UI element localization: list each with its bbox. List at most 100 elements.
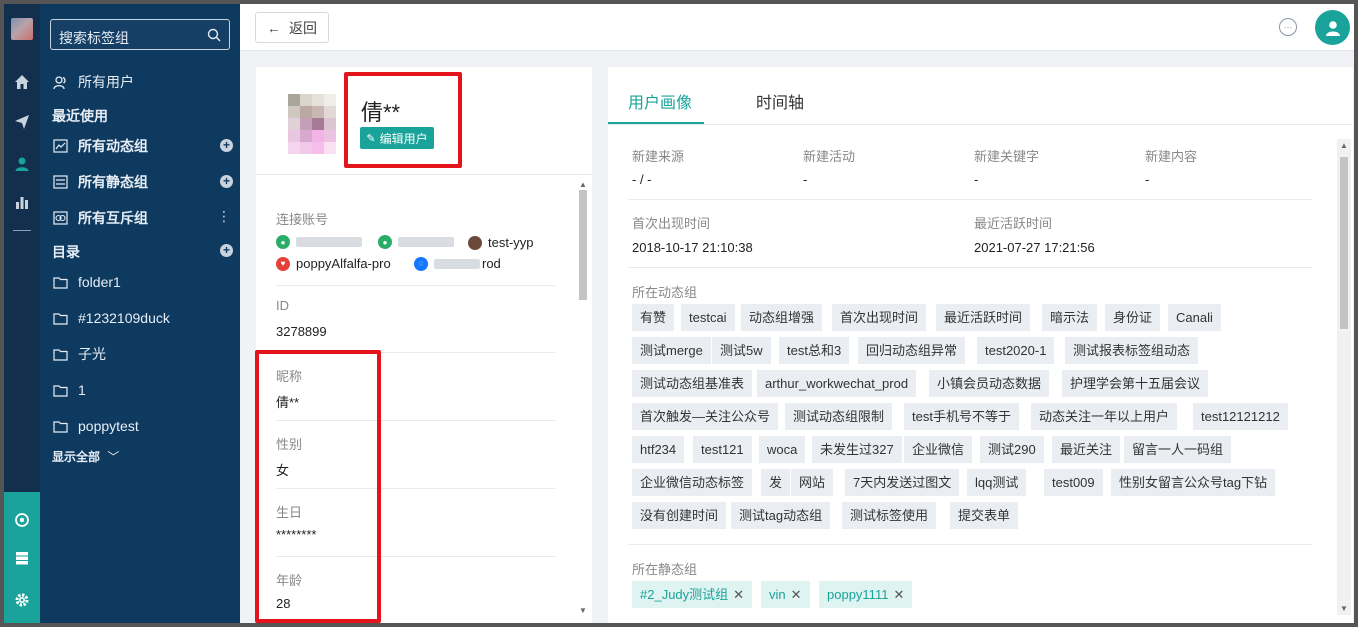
sidebar-item-folder[interactable]: folder1: [40, 269, 240, 295]
add-icon[interactable]: +: [220, 175, 233, 188]
dynamic-group-tag[interactable]: 测试290: [980, 436, 1044, 463]
hub-icon[interactable]: [12, 510, 32, 530]
top-bar: ← 返回 ···: [240, 4, 1354, 51]
dynamic-group-tag[interactable]: 性别女留言公众号tag下钻: [1111, 469, 1276, 496]
scrollbar[interactable]: ▲ ▼: [577, 180, 589, 615]
dynamic-group-tag[interactable]: test121: [693, 436, 752, 463]
sidebar-item-folder[interactable]: 1: [40, 377, 240, 403]
show-all-link[interactable]: 显示全部 ﹀: [52, 448, 119, 465]
static-group-tag[interactable]: vin ✕: [761, 581, 810, 608]
dynamic-group-tag[interactable]: 最近关注: [1052, 436, 1121, 463]
search-input[interactable]: 搜索标签组: [50, 19, 230, 50]
dynamic-group-tag[interactable]: 测试tag动态组: [731, 502, 831, 529]
dynamic-group-tag[interactable]: test总和3: [779, 337, 850, 364]
recent-heading: 最近使用: [52, 108, 108, 124]
scroll-up-icon[interactable]: ▲: [1340, 141, 1348, 150]
sidebar-item-exclusive-groups[interactable]: 所有互斥组 ⋮: [40, 205, 240, 231]
dynamic-group-tag[interactable]: 测试标签使用: [842, 502, 937, 529]
dynamic-group-tag[interactable]: 企业微信: [904, 436, 973, 463]
stat-value: -: [974, 172, 979, 187]
dynamic-group-tag[interactable]: arthur_workwechat_prod: [757, 370, 917, 397]
chart-icon[interactable]: [12, 192, 32, 212]
add-icon[interactable]: +: [220, 139, 233, 152]
sidebar-item-folder[interactable]: poppytest: [40, 413, 240, 439]
dynamic-group-tag[interactable]: test009: [1044, 469, 1103, 496]
dynamic-group-tag[interactable]: 最近活跃时间: [936, 304, 1031, 331]
sidebar-item-label: folder1: [78, 274, 121, 290]
close-icon[interactable]: ✕: [893, 587, 904, 602]
dynamic-group-tag[interactable]: test手机号不等于: [904, 403, 1019, 430]
dynamic-group-tag[interactable]: 暗示法: [1042, 304, 1098, 331]
static-group-tag[interactable]: poppy1111 ✕: [819, 581, 913, 608]
dynamic-group-tag[interactable]: 企业微信动态标签: [632, 469, 753, 496]
dynamic-group-tag[interactable]: 身份证: [1105, 304, 1161, 331]
sidebar-item-static-groups[interactable]: 所有静态组 +: [40, 169, 240, 195]
close-icon[interactable]: ✕: [791, 587, 802, 602]
scroll-down-icon[interactable]: ▼: [579, 606, 587, 615]
account-user: test-yyp: [468, 235, 534, 250]
settings-icon[interactable]: [12, 590, 32, 610]
sidebar-item-label: 所有动态组: [78, 138, 148, 154]
scroll-up-icon[interactable]: ▲: [579, 180, 587, 189]
dynamic-group-tag[interactable]: htf234: [632, 436, 685, 463]
account-text: poppyAlfalfa-pro: [296, 256, 391, 271]
search-icon[interactable]: [207, 28, 221, 42]
home-icon[interactable]: [12, 72, 32, 92]
send-icon[interactable]: [12, 112, 32, 132]
dynamic-group-tag[interactable]: 测试报表标签组动态: [1065, 337, 1199, 364]
dynamic-group-tag[interactable]: lqq测试: [967, 469, 1027, 496]
dynamic-group-tag[interactable]: 测试merge: [632, 337, 711, 364]
dynamic-group-tag[interactable]: 测试动态组基准表: [632, 370, 753, 397]
dynamic-group-tag[interactable]: woca: [759, 436, 806, 463]
user-icon[interactable]: [12, 154, 32, 174]
dynamic-group-tag[interactable]: 网站: [791, 469, 834, 496]
sidebar-item-all-users[interactable]: 所有用户: [40, 69, 240, 95]
dynamic-group-tag[interactable]: 测试5w: [712, 337, 771, 364]
field-value: 3278899: [276, 324, 327, 339]
sidebar-item-dynamic-groups[interactable]: 所有动态组 +: [40, 133, 240, 159]
dynamic-group-tag[interactable]: 护理学会第十五届会议: [1062, 370, 1209, 397]
time-value: 2018-10-17 21:10:38: [632, 240, 753, 255]
dynamic-group-tag[interactable]: 没有创建时间: [632, 502, 727, 529]
static-group-tag[interactable]: #2_Judy测试组 ✕: [632, 581, 753, 608]
dynamic-group-tag[interactable]: test2020-1: [977, 337, 1055, 364]
tab-timeline[interactable]: 时间轴: [756, 89, 804, 113]
folder-icon: [52, 274, 68, 290]
dynamic-group-tag[interactable]: 有赞: [632, 304, 675, 331]
chevron-down-icon: ﹀: [107, 450, 120, 464]
dynamic-group-tag[interactable]: 动态组增强: [741, 304, 823, 331]
dynamic-group-tag[interactable]: Canali: [1168, 304, 1221, 331]
tab-user-profile[interactable]: 用户画像: [628, 89, 692, 113]
scrollbar-thumb[interactable]: [1340, 157, 1348, 329]
dynamic-group-tag[interactable]: test12121212: [1193, 403, 1288, 430]
dynamic-group-tag[interactable]: 测试动态组限制: [785, 403, 893, 430]
dynamic-group-tag[interactable]: 留言一人一码组: [1124, 436, 1232, 463]
scroll-down-icon[interactable]: ▼: [1340, 604, 1348, 613]
user-avatar[interactable]: [1315, 10, 1350, 45]
dynamic-group-tag[interactable]: 动态关注一年以上用户: [1031, 403, 1178, 430]
add-folder-icon[interactable]: +: [220, 244, 233, 257]
dynamic-group-tag[interactable]: 7天内发送过图文: [845, 469, 960, 496]
chat-icon[interactable]: ···: [1279, 18, 1297, 36]
dynamic-group-tag[interactable]: 提交表单: [950, 502, 1019, 529]
sidebar-item-label: poppytest: [78, 418, 139, 434]
close-icon[interactable]: ✕: [733, 587, 744, 602]
scrollbar-thumb[interactable]: [579, 190, 587, 300]
sidebar-item-folder[interactable]: 子光: [40, 341, 240, 367]
dynamic-group-tag[interactable]: testcai: [681, 304, 735, 331]
sidebar-item-folder[interactable]: #1232109duck: [40, 305, 240, 331]
dynamic-group-tag[interactable]: 小镇会员动态数据: [929, 370, 1050, 397]
dynamic-group-tag[interactable]: 首次出现时间: [832, 304, 927, 331]
dynamic-group-tag[interactable]: 首次触发—关注公众号: [632, 403, 779, 430]
dynamic-group-tag[interactable]: 未发生过327: [812, 436, 902, 463]
dynamic-group-tag[interactable]: 回归动态组异常: [858, 337, 966, 364]
search-placeholder: 搜索标签组: [59, 30, 129, 46]
scrollbar[interactable]: ▲ ▼: [1337, 139, 1351, 615]
dynamic-group-tag[interactable]: 发: [761, 469, 791, 496]
blurred-account: [398, 237, 454, 247]
back-button[interactable]: ← 返回: [255, 12, 329, 43]
server-icon[interactable]: [12, 548, 32, 568]
more-icon[interactable]: ⋮: [217, 209, 231, 223]
avatar-icon: [468, 235, 482, 250]
avatar: [288, 94, 336, 156]
